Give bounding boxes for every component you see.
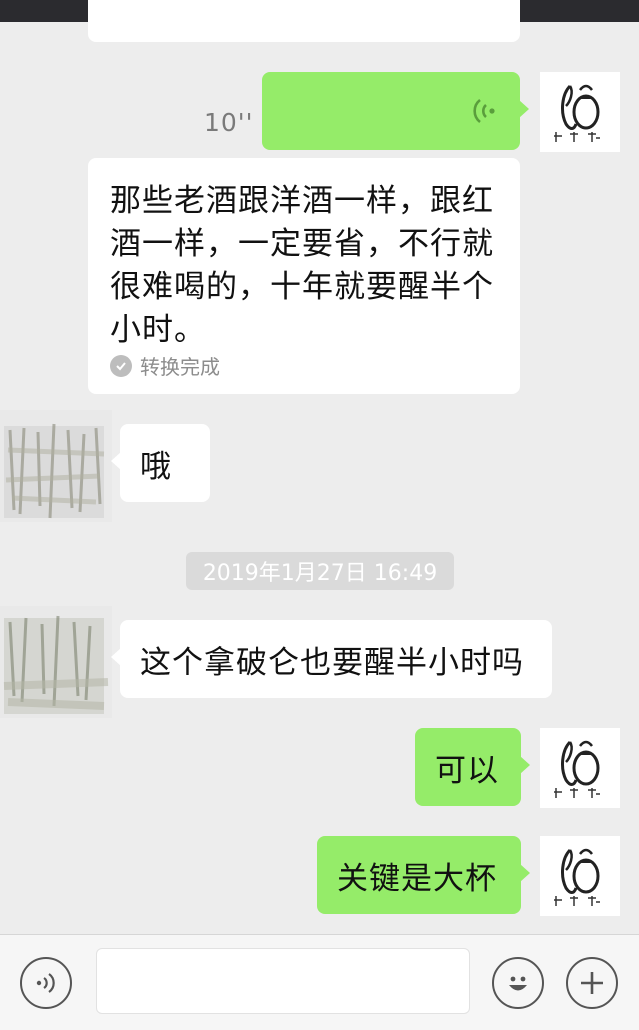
sender-avatar[interactable] [540, 72, 620, 152]
plus-icon [581, 972, 603, 994]
contact-avatar[interactable] [0, 606, 112, 718]
sender-avatar[interactable] [540, 728, 620, 808]
previous-message-bubble[interactable] [88, 0, 520, 42]
voice-input-button[interactable] [20, 957, 72, 1009]
message-input[interactable] [96, 948, 470, 1014]
received-message-bubble[interactable]: 这个拿破仑也要醒半小时吗 [111, 620, 552, 698]
voice-wave-icon [473, 98, 495, 124]
message-text: 关键是大杯 [337, 860, 497, 897]
emoji-button[interactable] [492, 957, 544, 1009]
voice-transcription-bubble[interactable]: 那些老酒跟洋酒一样，跟红 酒一样，一定要省，不行就 很难喝的，十年就要醒半个 小… [88, 158, 520, 394]
message-text: 这个拿破仑也要醒半小时吗 [140, 644, 524, 681]
transcription-status-label: 转换完成 [140, 355, 220, 379]
sender-avatar[interactable] [540, 836, 620, 916]
avatar-logo-icon [554, 740, 600, 798]
voice-wave-icon [36, 973, 55, 993]
chat-input-bar [0, 934, 639, 1030]
voice-duration: 10'' [204, 108, 254, 137]
more-button[interactable] [566, 957, 618, 1009]
check-icon [110, 354, 132, 377]
voice-message-bubble[interactable] [262, 72, 529, 150]
transcription-line: 小时。 [110, 312, 206, 348]
smiley-icon [509, 976, 527, 991]
received-message-bubble[interactable]: 哦 [111, 424, 210, 502]
transcription-line: 很难喝的，十年就要醒半个 [110, 269, 494, 305]
transcription-line: 那些老酒跟洋酒一样，跟红 [110, 183, 494, 219]
avatar-logo-icon [554, 84, 600, 142]
chat-timestamp: 2019年1月27日 16:49 [186, 552, 454, 590]
avatar-photo-icon [0, 410, 112, 522]
avatar-logo-icon [554, 848, 600, 906]
transcription-line: 酒一样，一定要省，不行就 [110, 226, 494, 262]
message-text: 可以 [435, 752, 499, 789]
transcription-status: 转换完成 [110, 351, 220, 380]
sent-message-bubble[interactable]: 可以 [415, 728, 530, 806]
transcription-text: 那些老酒跟洋酒一样，跟红 酒一样，一定要省，不行就 很难喝的，十年就要醒半个 小… [110, 180, 500, 352]
sent-message-bubble[interactable]: 关键是大杯 [317, 836, 530, 914]
message-text: 哦 [140, 448, 172, 485]
contact-avatar[interactable] [0, 410, 112, 522]
avatar-photo-icon [0, 606, 112, 718]
